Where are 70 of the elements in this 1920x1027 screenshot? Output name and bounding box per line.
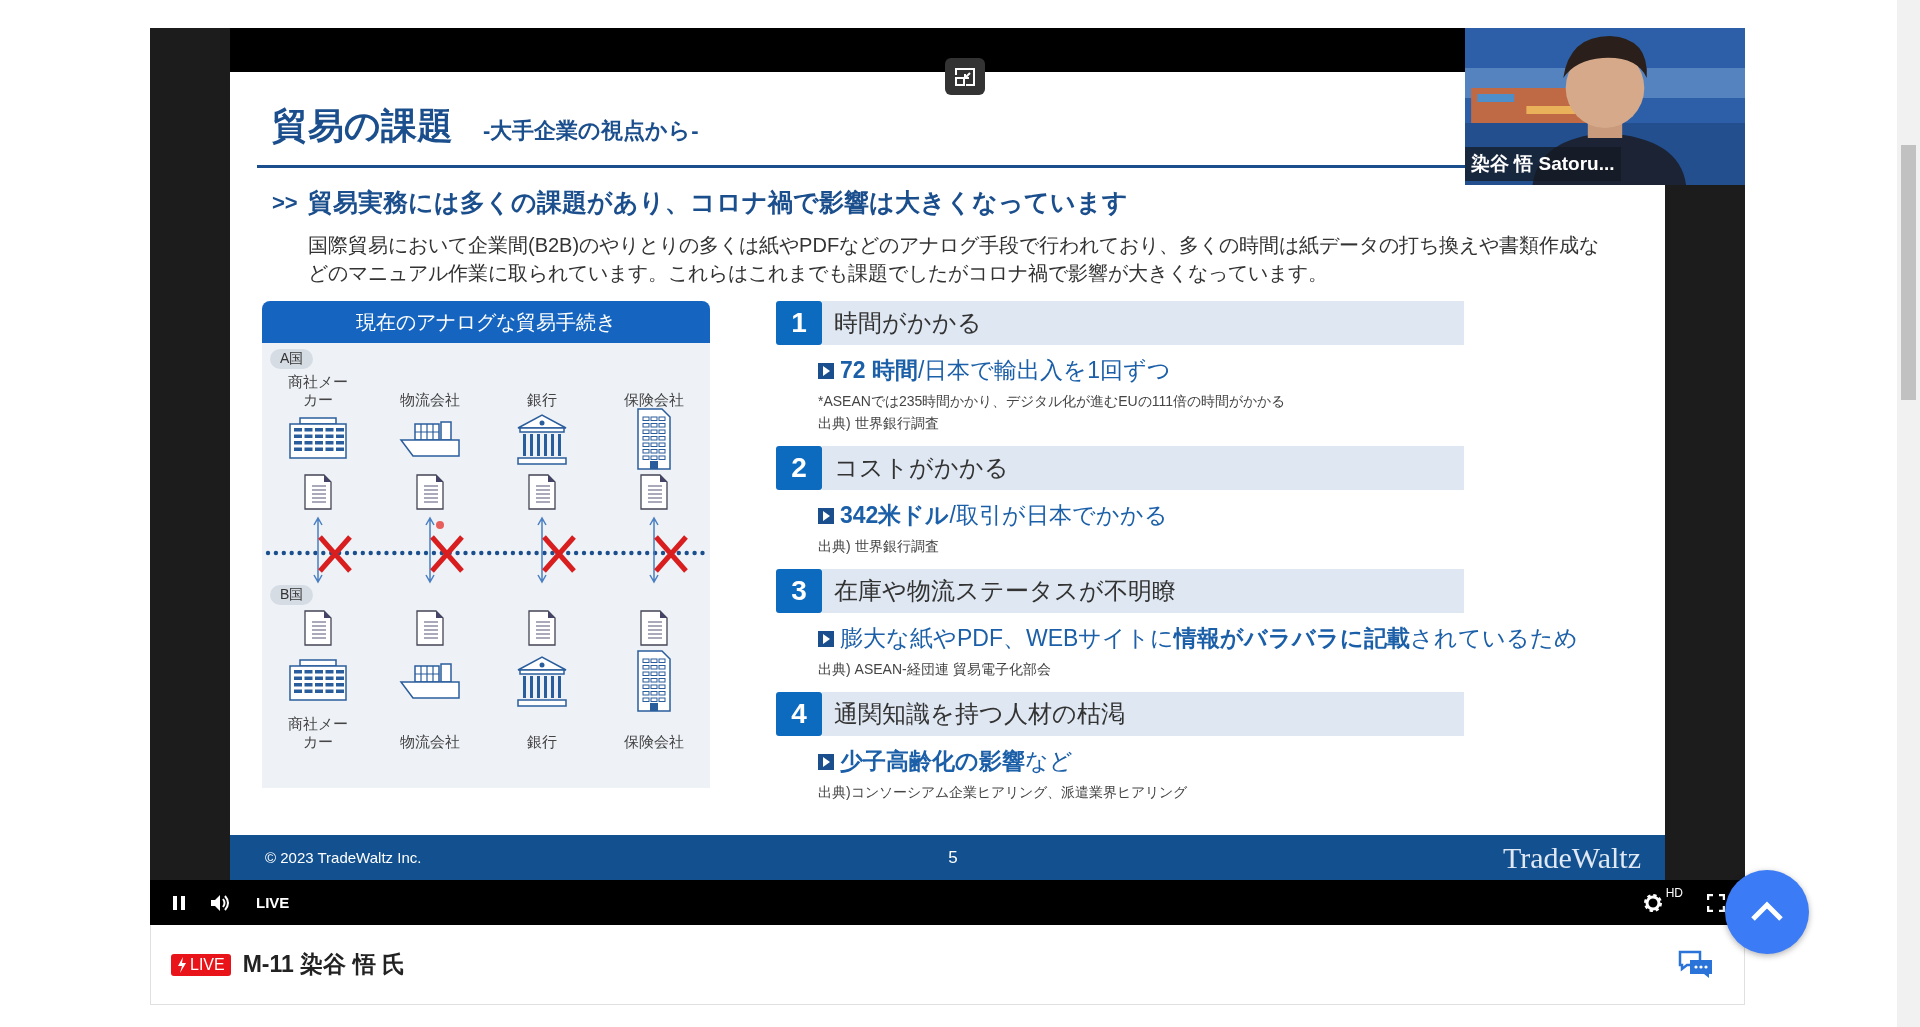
play-bullet-icon — [818, 362, 834, 379]
number-badge: 1 — [776, 301, 822, 345]
quality-label: HD — [1665, 886, 1683, 900]
organization-label: 商社メーカー — [287, 373, 349, 409]
office-building-icon — [634, 649, 674, 713]
fullscreen-button[interactable] — [1707, 893, 1725, 912]
stream-title: M-11 染谷 悟 氏 — [242, 950, 406, 979]
live-badge: LIVE — [171, 953, 231, 976]
country-tag: A国 — [270, 349, 314, 369]
slide-headline: 貿易実務には多くの課題があり、コロナ禍で影響は大きくなっています — [307, 187, 1128, 218]
page-number: 5 — [948, 847, 958, 868]
issue-title: 在庫や物流ステータスが不明瞭 — [822, 569, 1464, 613]
document-icon — [528, 474, 556, 510]
chevron-marker: >> — [272, 189, 298, 216]
play-bullet-icon — [818, 507, 834, 524]
number-badge: 3 — [776, 569, 822, 613]
organization-label: 銀行 — [527, 391, 557, 409]
participant-name: 染谷 悟 Satoru... — [1465, 147, 1621, 181]
number-badge: 4 — [776, 692, 822, 736]
document-icon — [640, 610, 668, 646]
play-bullet-icon — [818, 630, 834, 647]
document-icon — [304, 474, 332, 510]
slide-paragraph: 国際貿易において企業間(B2B)のやりとりの多くは紙やPDFなどのアナログ手段で行われており、多くの時間は紙データの打ち換えや書類作成などのマニュアル作業に取られています。これらはこれまでも課題でしたがコロナ禍で影響が大きくなっています。 — [308, 233, 1601, 286]
pop-out-icon — [954, 66, 976, 87]
issue-point: 342米ドル/取引が日本でかかる — [840, 501, 1168, 530]
document-icon — [304, 610, 332, 646]
live-label: LIVE — [256, 894, 290, 911]
organization-label: 銀行 — [527, 733, 557, 751]
organization-label: 物流会社 — [400, 733, 460, 751]
ship-icon — [399, 660, 461, 702]
chevron-up-icon — [1749, 901, 1785, 923]
slide-title: 貿易の課題 — [272, 104, 453, 148]
document-icon — [416, 610, 444, 646]
bank-icon — [514, 412, 570, 466]
factory-icon — [288, 658, 348, 704]
pause-button[interactable] — [172, 894, 186, 911]
bank-icon — [514, 654, 570, 708]
office-building-icon — [634, 407, 674, 471]
document-icon — [416, 474, 444, 510]
copyright-text: © 2023 TradeWaltz Inc. — [265, 849, 423, 866]
slide-subtitle: -大手企業の視点から- — [483, 117, 699, 145]
ship-icon — [399, 418, 461, 460]
play-bullet-icon — [818, 753, 834, 770]
issue-title: 時間がかかる — [822, 301, 1464, 345]
organization-label: 物流会社 — [400, 391, 460, 409]
source-note: 出典)コンソーシアム企業ヒアリング、派遣業界ヒアリング — [818, 783, 1188, 802]
scrollbar[interactable] — [1897, 0, 1920, 1027]
chat-icon[interactable] — [1678, 949, 1714, 980]
logo-text: TradeWaltz — [1502, 840, 1641, 874]
number-badge: 2 — [776, 446, 822, 490]
source-note: *ASEANでは235時間かかり、デジタル化が進むEUの111倍の時間がかかる — [818, 392, 1286, 411]
issue-point: 膨大な紙やPDF、WEBサイトに情報がバラバラに記載されているため — [840, 624, 1579, 653]
source-note: 出典) ASEAN-経団連 貿易電子化部会 — [818, 660, 1052, 679]
organization-label: 保険会社 — [624, 733, 684, 751]
source-note: 出典) 世界銀行調査 — [818, 414, 940, 433]
issue-point: 72 時間/日本で輸出入を1回ずつ — [840, 356, 1172, 385]
source-note: 出典) 世界銀行調査 — [818, 537, 940, 556]
document-icon — [640, 474, 668, 510]
issue-title: 通関知識を持つ人材の枯渇 — [822, 692, 1464, 736]
settings-button[interactable] — [1641, 891, 1664, 914]
organization-label: 保険会社 — [624, 391, 684, 409]
pop-out-button[interactable] — [945, 58, 985, 95]
document-icon — [528, 610, 556, 646]
scroll-to-top-button[interactable] — [1725, 870, 1809, 954]
issue-title: コストがかかる — [822, 446, 1464, 490]
organization-label: 商社メーカー — [287, 715, 349, 751]
factory-icon — [288, 416, 348, 462]
diagram-header: 現在のアナログな貿易手続き — [262, 301, 710, 343]
issue-point: 少子高齢化の影響など — [840, 747, 1073, 776]
country-tag: B国 — [270, 585, 314, 605]
